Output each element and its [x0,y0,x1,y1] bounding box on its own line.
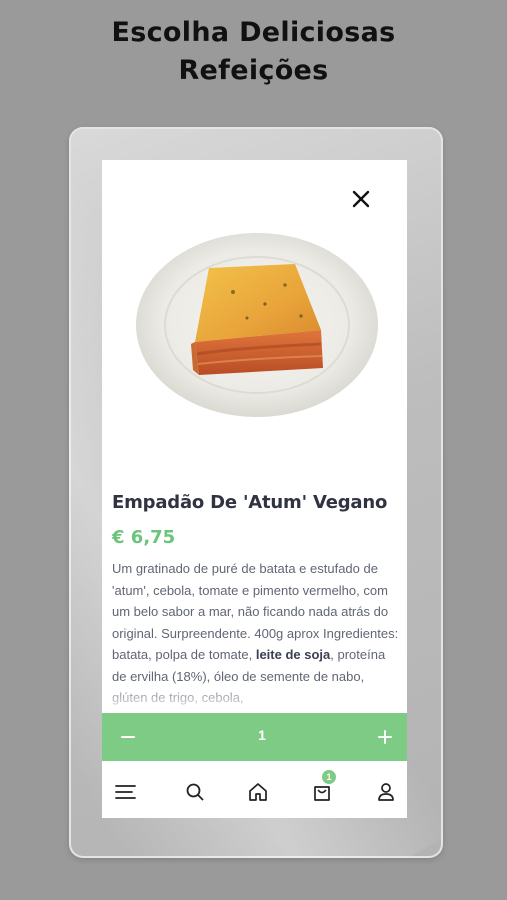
cart-count-badge: 1 [322,770,336,784]
quantity-value: 1 [258,727,266,743]
home-icon [249,783,267,801]
app-screen: Empadão De 'Atum' Vegano € 6,75 Um grati… [102,160,407,818]
headline-line-2: Refeições [178,55,329,86]
close-button[interactable] [349,187,373,211]
description-fade [102,680,407,716]
menu-icon [115,785,136,799]
nav-home[interactable] [246,780,270,804]
headline-line-1: Escolha Deliciosas [111,17,396,48]
promo-headline: Escolha Deliciosas Refeições [0,14,507,90]
allergen-highlight: leite de soja [255,647,331,662]
quantity-stepper: 1 [102,713,407,761]
close-icon [352,190,370,208]
product-title: Empadão De 'Atum' Vegano [112,492,388,513]
nav-menu[interactable] [114,780,138,804]
nav-search[interactable] [183,780,207,804]
bottom-navigation: 1 [102,761,407,818]
search-icon [186,783,204,801]
nav-cart[interactable]: 1 [310,770,336,804]
user-icon [378,783,394,801]
nav-profile[interactable] [374,780,398,804]
plus-icon [378,730,392,744]
product-price: € 6,75 [112,527,176,548]
increase-quantity-button[interactable] [375,727,395,747]
product-image [136,233,378,417]
